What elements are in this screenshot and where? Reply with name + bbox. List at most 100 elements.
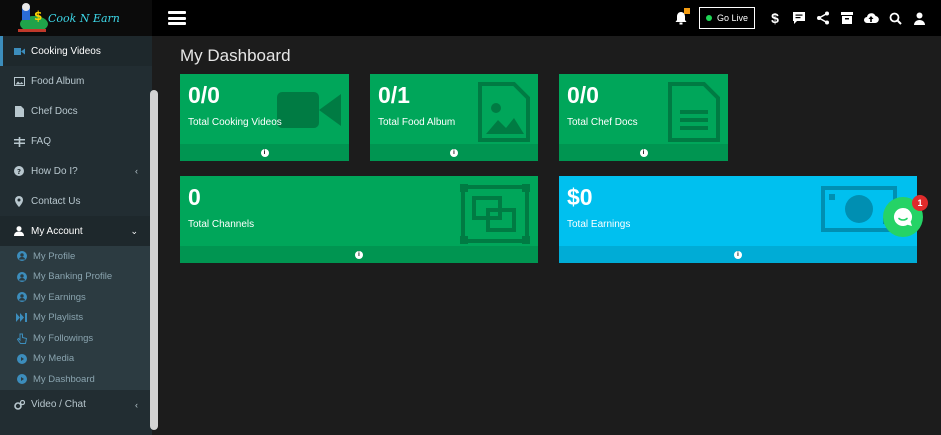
submenu-item-my-banking-profile[interactable]: My Banking Profile: [0, 267, 152, 288]
sidebar-item-video-chat[interactable]: Video / Chat ‹: [0, 390, 152, 420]
dollar-icon[interactable]: $: [763, 6, 787, 30]
main-content: My Dashboard 0/0 Total Cooking Videos i …: [160, 36, 941, 435]
submenu-item-my-earnings[interactable]: My Earnings: [0, 287, 152, 308]
stat-box-food-album: 0/1 Total Food Album i: [370, 74, 538, 161]
go-live-label: Go Live: [716, 13, 748, 23]
stat-box-earnings: $0 Total Earnings i: [559, 176, 917, 263]
submenu-item-label: My Profile: [33, 250, 76, 262]
search-icon[interactable]: [883, 6, 907, 30]
stat-label: Total Chef Docs: [567, 117, 638, 128]
location-pin-icon: [13, 195, 25, 207]
share-icon[interactable]: [811, 6, 835, 30]
video-camera-icon: [277, 82, 341, 143]
sidebar-scrollbar[interactable]: [150, 90, 158, 430]
submenu-item-label: My Banking Profile: [33, 271, 113, 283]
document-icon: [13, 105, 25, 117]
submenu-item-my-followings[interactable]: My Followings: [0, 328, 152, 349]
stat-label: Total Earnings: [567, 219, 631, 230]
page-title: My Dashboard: [180, 46, 291, 65]
question-icon: ?: [13, 165, 25, 177]
chevron-left-icon: ‹: [135, 399, 138, 410]
hand-pointer-icon: [16, 333, 27, 344]
sidebar-item-label: Cooking Videos: [31, 45, 101, 57]
more-info-link[interactable]: i: [559, 246, 917, 263]
play-circle-icon: [16, 353, 27, 364]
user-icon[interactable]: [907, 6, 931, 30]
chevron-left-icon: ‹: [135, 166, 138, 176]
user-circle-icon: [16, 251, 27, 262]
image-icon: [13, 75, 25, 87]
menu-toggle-icon[interactable]: [168, 11, 186, 25]
object-group-icon: [460, 184, 530, 249]
submenu-item-label: My Dashboard: [33, 373, 95, 385]
chef-logo-icon: $: [14, 2, 56, 34]
stat-label: Total Food Album: [378, 117, 456, 128]
sidebar-item-label: Food Album: [31, 75, 85, 87]
live-dot-icon: [705, 15, 712, 21]
stat-value: 0/0: [188, 82, 220, 108]
submenu-item-my-profile[interactable]: My Profile: [0, 246, 152, 267]
app: $ Cook N Earn Go Live $ Cooking Videos F…: [0, 0, 941, 435]
sidebar-item-my-account[interactable]: My Account ⌄: [0, 216, 152, 246]
sidebar-item-label: How Do I?: [31, 165, 78, 177]
more-info-link[interactable]: i: [180, 246, 538, 263]
chat-bubble-icon: [893, 207, 912, 226]
info-icon: i: [260, 148, 269, 157]
message-icon[interactable]: [787, 6, 811, 30]
sidebar-item-how-do-i[interactable]: ? How Do I? ‹: [0, 156, 152, 186]
submenu-item-my-dashboard[interactable]: My Dashboard: [0, 369, 152, 390]
svg-text:?: ?: [17, 168, 21, 176]
stat-label: Total Channels: [188, 219, 255, 230]
sidebar-item-food-album[interactable]: Food Album: [0, 66, 152, 96]
submenu-item-label: My Followings: [33, 332, 94, 344]
cogs-icon: [13, 399, 25, 411]
more-info-link[interactable]: i: [370, 144, 538, 161]
brand-logo[interactable]: $ Cook N Earn: [0, 0, 152, 36]
sidebar-item-contact-us[interactable]: Contact Us: [0, 186, 152, 216]
svg-text:$: $: [34, 9, 42, 23]
play-circle-icon: [16, 374, 27, 385]
video-icon: [13, 45, 25, 57]
stat-value: 0/0: [567, 82, 599, 108]
user-circle-icon: [16, 292, 27, 303]
chat-notification-badge: 1: [912, 195, 928, 211]
sidebar-item-label: My Account: [31, 225, 83, 237]
playlist-icon: [16, 312, 27, 323]
sidebar-item-label: Contact Us: [31, 195, 81, 207]
user-icon: [13, 225, 25, 237]
file-image-icon: [478, 82, 530, 147]
sidebar-item-cooking-videos[interactable]: Cooking Videos: [0, 36, 152, 66]
cloud-upload-icon[interactable]: [859, 6, 883, 30]
file-text-icon: [668, 82, 720, 147]
faq-icon: [13, 135, 25, 147]
submenu-item-my-media[interactable]: My Media: [0, 349, 152, 370]
archive-icon[interactable]: [835, 6, 859, 30]
stat-box-cooking-videos: 0/0 Total Cooking Videos i: [180, 74, 349, 161]
sidebar-item-faq[interactable]: FAQ: [0, 126, 152, 156]
notification-bell-icon[interactable]: [669, 6, 693, 30]
sidebar-item-label: Chef Docs: [31, 105, 78, 117]
stat-value: 0: [188, 184, 201, 210]
submenu-item-label: My Earnings: [33, 291, 86, 303]
submenu-item-label: My Media: [33, 353, 75, 365]
stat-box-channels: 0 Total Channels i: [180, 176, 538, 263]
go-live-button[interactable]: Go Live: [698, 7, 755, 29]
info-icon: i: [450, 148, 458, 157]
sidebar-item-label: FAQ: [31, 135, 52, 147]
account-submenu: My Profile My Banking Profile My Earning…: [0, 246, 152, 390]
user-circle-icon: [16, 271, 27, 282]
submenu-item-label: My Playlists: [33, 312, 84, 324]
more-info-link[interactable]: i: [180, 144, 349, 161]
top-right-toolbar: Go Live $: [669, 0, 941, 36]
brand-name: Cook N Earn: [48, 11, 120, 25]
info-icon: i: [355, 250, 363, 259]
info-icon: i: [639, 148, 648, 157]
more-info-link[interactable]: i: [559, 144, 728, 161]
top-navbar: $ Cook N Earn Go Live $: [0, 0, 941, 36]
sidebar-item-chef-docs[interactable]: Chef Docs: [0, 96, 152, 126]
stat-label: Total Cooking Videos: [188, 117, 282, 128]
submenu-item-my-playlists[interactable]: My Playlists: [0, 308, 152, 329]
chevron-down-icon: ⌄: [130, 225, 138, 236]
stat-value: $0: [567, 184, 593, 210]
sidebar-item-label: Video / Chat: [31, 399, 86, 410]
